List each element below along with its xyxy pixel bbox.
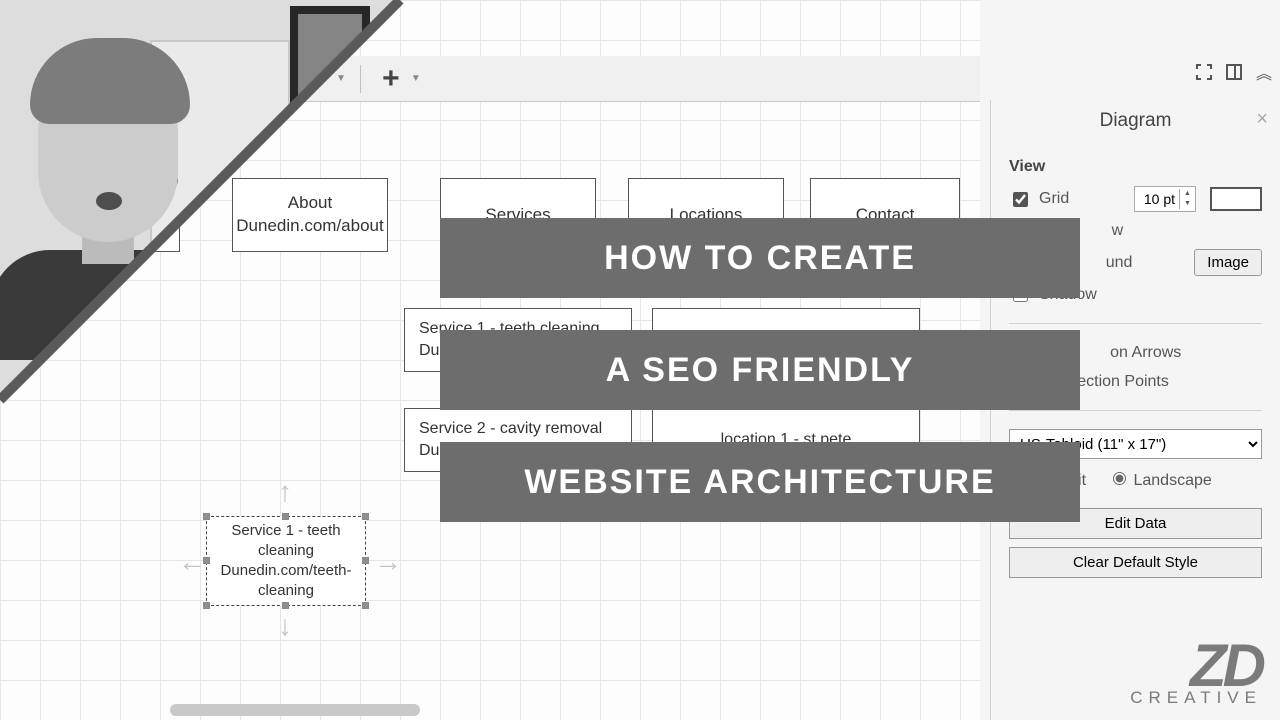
resize-handle[interactable] [203, 513, 210, 520]
view-section-header: View [1009, 158, 1262, 176]
brand-logo: ZD CREATIVE [1130, 642, 1262, 708]
grid-checkbox[interactable] [1013, 192, 1028, 207]
format-panel-toggle-icon[interactable] [1224, 62, 1244, 82]
logo-initials: ZD [1130, 642, 1262, 690]
node-selected-l2: cleaning [258, 541, 314, 561]
panel-divider [1009, 323, 1262, 324]
panel-title: Diagram × [1009, 110, 1262, 132]
clone-arrow-up-icon[interactable]: ↑ [278, 476, 292, 508]
panel-title-text: Diagram [1100, 110, 1172, 131]
add-dropdown-icon[interactable]: ▼ [411, 73, 421, 84]
background-image-button[interactable]: Image [1194, 249, 1262, 276]
grid-row: Grid ▲▼ [1009, 186, 1262, 212]
resize-handle[interactable] [203, 557, 210, 564]
close-panel-icon[interactable]: × [1256, 108, 1268, 131]
grid-size-input[interactable]: ▲▼ [1134, 186, 1196, 212]
node-about-url: Dunedin.com/about [236, 215, 383, 238]
grid-size-stepper[interactable]: ▲▼ [1179, 189, 1195, 209]
horizontal-scrollbar[interactable] [170, 704, 420, 716]
overlay-line1: HOW TO CREATE [440, 218, 1080, 298]
pageview-label-partial: w [1112, 222, 1124, 240]
clone-arrow-down-icon[interactable]: ↓ [278, 610, 292, 642]
clone-arrow-left-icon[interactable]: ← [178, 546, 206, 578]
overlay-line2: A SEO FRIENDLY [440, 330, 1080, 410]
clear-style-button[interactable]: Clear Default Style [1009, 547, 1262, 578]
clone-arrow-right-icon[interactable]: → [374, 546, 402, 578]
grid-size-value[interactable] [1135, 191, 1179, 207]
collapse-panel-icon[interactable]: ︽ [1254, 62, 1274, 82]
conn-arrows-label-partial: on Arrows [1110, 344, 1181, 362]
landscape-label: Landscape [1133, 472, 1211, 489]
node-about[interactable]: About Dunedin.com/about [232, 178, 388, 252]
resize-handle[interactable] [282, 513, 289, 520]
resize-handle[interactable] [203, 602, 210, 609]
node-about-title: About [288, 192, 332, 215]
resize-handle[interactable] [362, 602, 369, 609]
fullscreen-icon[interactable] [1194, 62, 1214, 82]
logo-word: CREATIVE [1130, 688, 1262, 708]
node-selected-l3: Dunedin.com/teeth- [221, 561, 352, 581]
node-selected-l4: cleaning [258, 581, 314, 601]
node-selected-l1: Service 1 - teeth [231, 521, 340, 541]
panel-divider [1009, 410, 1262, 411]
add-shape-icon[interactable]: + [375, 63, 407, 95]
toolbar-right: ︽ [1194, 62, 1274, 82]
resize-handle[interactable] [362, 557, 369, 564]
node-service2-title: Service 2 - cavity removal [419, 418, 602, 440]
overlay-line3: WEBSITE ARCHITECTURE [440, 442, 1080, 522]
waypoint-dropdown-icon[interactable]: ▼ [336, 73, 346, 84]
node-selected[interactable]: Service 1 - teeth cleaning Dunedin.com/t… [206, 516, 366, 606]
toolbar-separator [360, 65, 361, 93]
resize-handle[interactable] [282, 602, 289, 609]
landscape-option[interactable]: Landscape [1108, 469, 1212, 490]
grid-color-swatch[interactable] [1210, 187, 1262, 211]
background-label-partial: und [1106, 254, 1133, 272]
landscape-radio[interactable] [1113, 472, 1126, 485]
grid-label: Grid [1039, 190, 1069, 208]
format-panel: Diagram × View Grid ▲▼ Page View Backgro… [990, 100, 1280, 720]
resize-handle[interactable] [362, 513, 369, 520]
